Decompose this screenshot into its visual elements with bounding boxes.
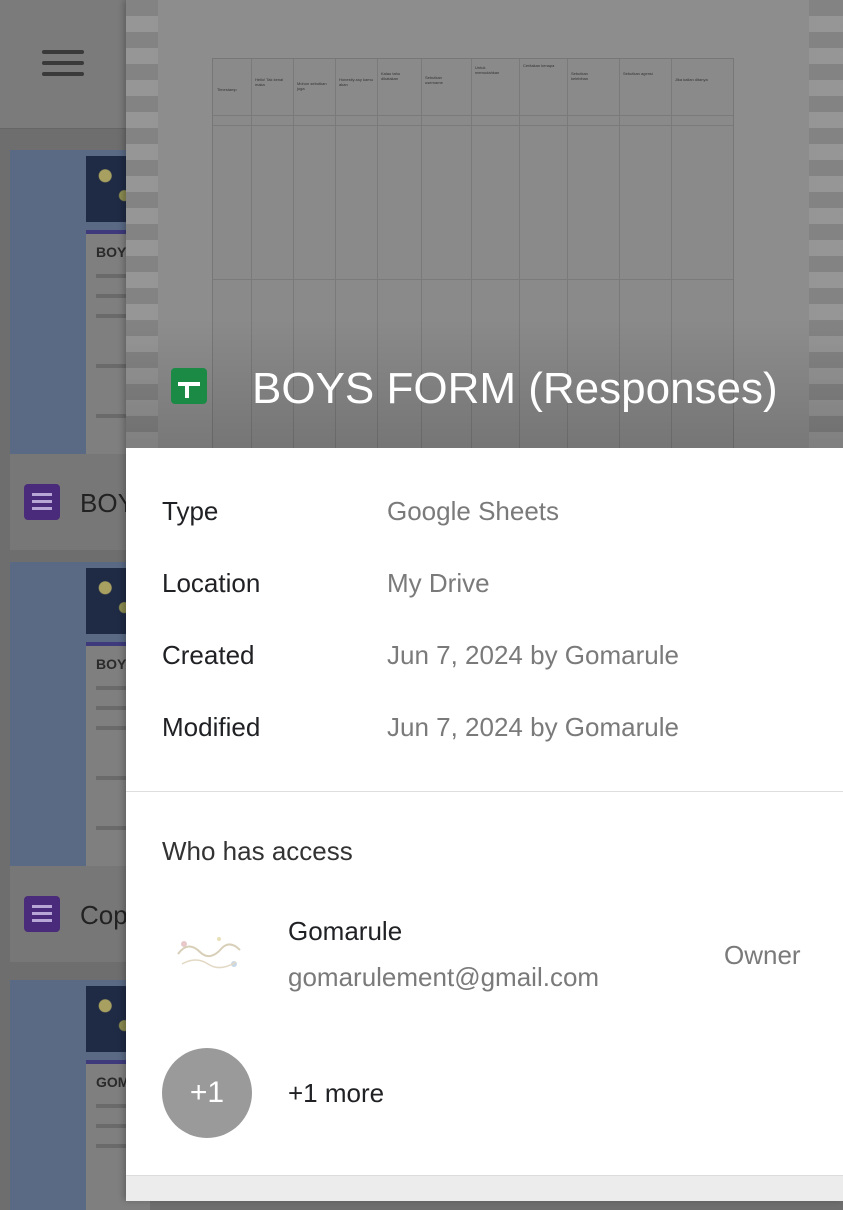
google-sheets-icon	[171, 368, 207, 404]
property-row-type: Type Google Sheets	[162, 480, 812, 552]
owner-role: Owner	[724, 940, 801, 970]
more-people-badge[interactable]: +1	[162, 1048, 252, 1138]
file-details-panel: Timestamp Hello! Tak kenal maka Mohon se…	[126, 0, 843, 1201]
file-title: BOYS FORM (Responses)	[252, 364, 778, 413]
google-forms-icon	[24, 484, 60, 520]
property-value: Jun 7, 2024 by Gomarule	[387, 712, 679, 742]
property-label: Location	[162, 568, 261, 598]
property-label: Created	[162, 640, 255, 670]
file-name: Cop	[80, 900, 128, 930]
property-label: Type	[162, 496, 219, 526]
file-preview[interactable]: Timestamp Hello! Tak kenal maka Mohon se…	[126, 0, 843, 448]
property-row-location: Location My Drive	[162, 552, 812, 624]
menu-icon[interactable]	[42, 50, 84, 76]
property-value[interactable]: My Drive	[387, 568, 490, 599]
more-people-label[interactable]: +1 more	[288, 1078, 384, 1109]
section-divider	[126, 791, 843, 792]
property-row-created: Created Jun 7, 2024 by Gomarule	[162, 624, 812, 696]
property-label: Modified	[162, 712, 261, 742]
bottom-bar	[126, 1175, 843, 1201]
property-row-modified: Modified Jun 7, 2024 by Gomarule	[162, 696, 812, 768]
file-properties: Type Google Sheets Location My Drive Cre…	[162, 480, 812, 768]
thumbnail-title: GOM	[96, 1074, 130, 1090]
owner-name: Gomarule	[288, 916, 403, 946]
property-value: Google Sheets	[387, 496, 560, 526]
access-heading: Who has access	[162, 836, 353, 866]
owner-avatar	[164, 914, 254, 994]
owner-email: gomarulement@gmail.com	[288, 962, 600, 992]
property-value: Jun 7, 2024 by Gomarule	[387, 640, 679, 670]
google-forms-icon	[24, 896, 60, 932]
